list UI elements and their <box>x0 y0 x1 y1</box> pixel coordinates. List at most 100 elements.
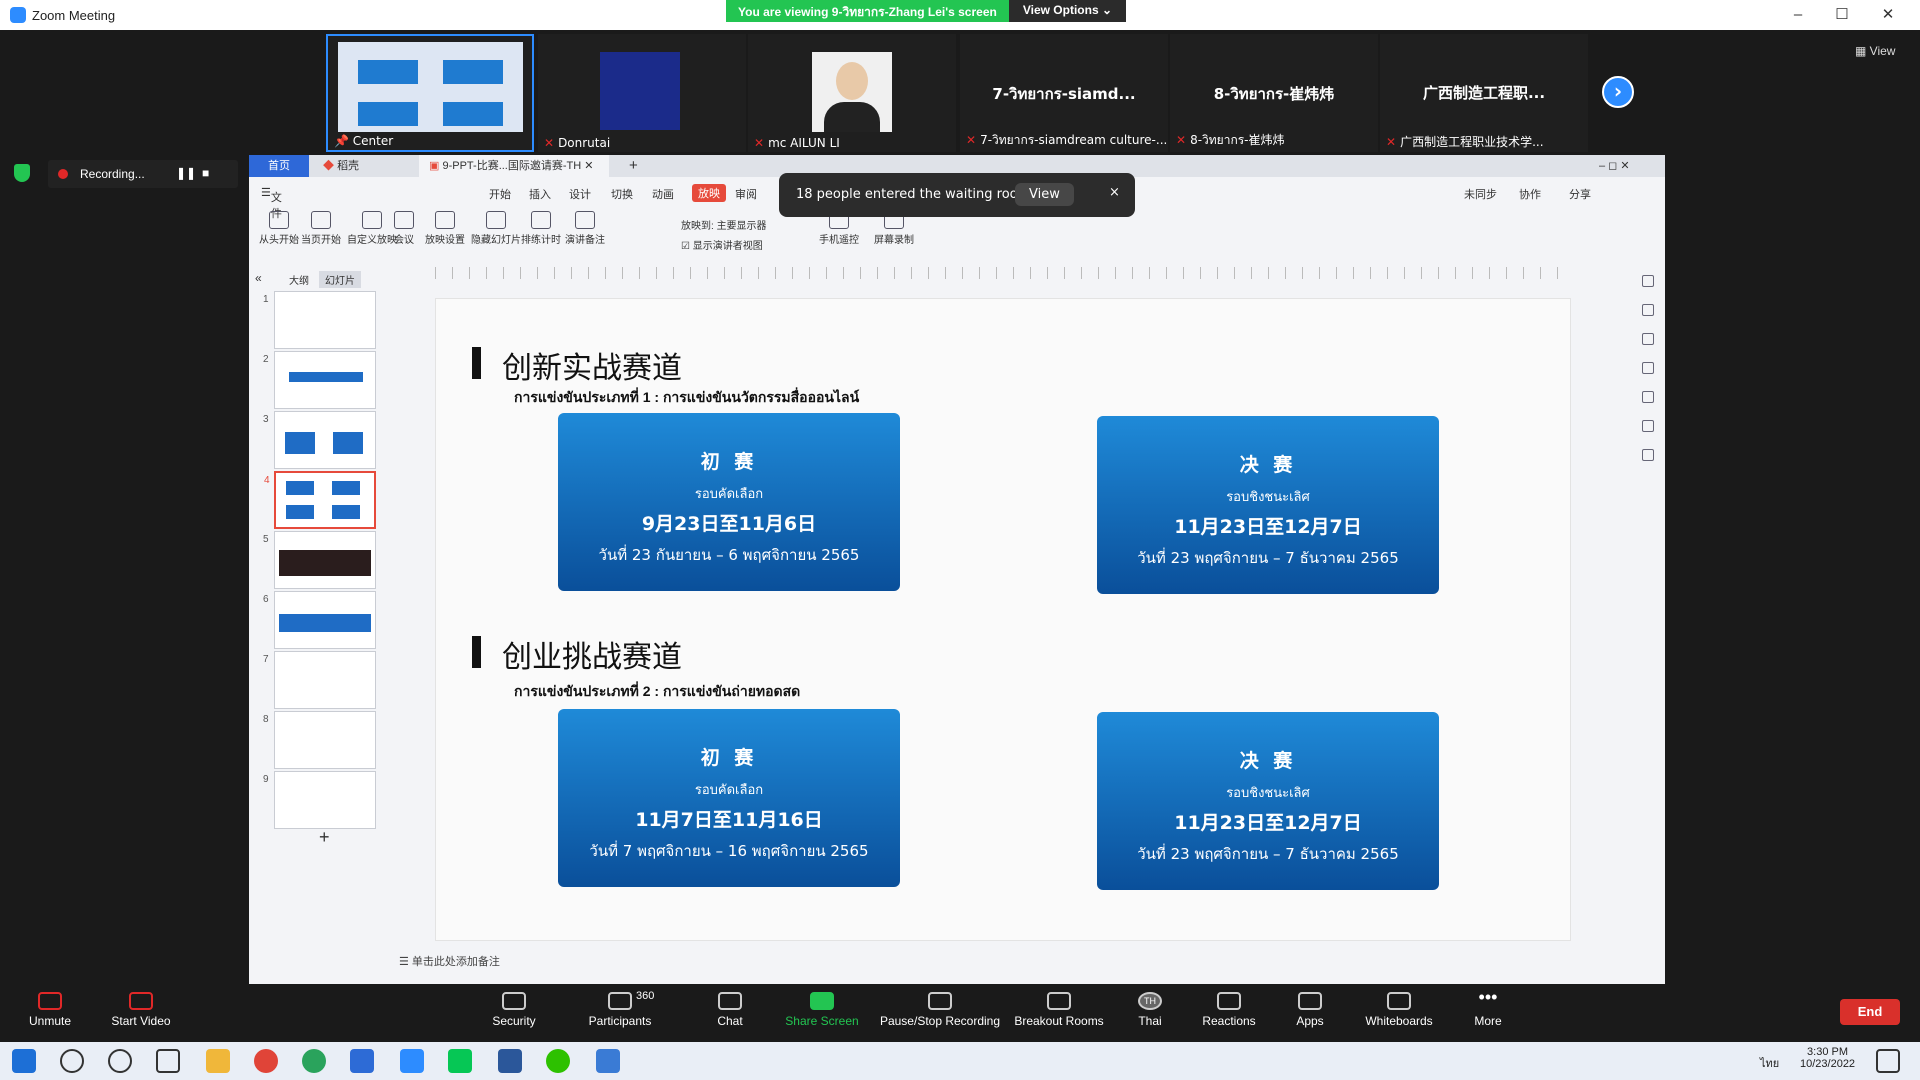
stop-icon[interactable]: ■ <box>202 166 209 180</box>
menu-insert[interactable]: 插入 <box>529 186 551 202</box>
app-icon[interactable] <box>350 1049 374 1073</box>
system-clock[interactable]: 3:30 PM 10/23/2022 <box>1800 1046 1855 1070</box>
whiteboards-button[interactable]: Whiteboards <box>1364 984 1434 1042</box>
menu-show[interactable]: 放映 <box>692 184 726 202</box>
participant-tile[interactable]: ✕ mc AILUN LI <box>748 34 956 152</box>
pause-recording-button[interactable]: Pause/Stop Recording <box>878 984 1002 1042</box>
tab-home[interactable]: 首页 <box>249 155 309 177</box>
add-slide-button[interactable]: + <box>319 827 330 848</box>
task-view-icon[interactable] <box>156 1049 180 1073</box>
hide-slide-button[interactable]: 隐藏幻灯片 <box>471 211 521 246</box>
start-video-button[interactable]: Start Video <box>104 984 178 1042</box>
notice-view-button[interactable]: View <box>1015 183 1074 206</box>
card-stage: 决 赛 <box>1239 750 1297 772</box>
menu-switch[interactable]: 切换 <box>611 186 633 202</box>
meeting-button[interactable]: 会议 <box>394 211 414 246</box>
menu-coop[interactable]: 协作 <box>1519 186 1541 202</box>
notifications-icon[interactable] <box>1876 1049 1900 1073</box>
file-explorer-icon[interactable] <box>206 1049 230 1073</box>
sync-status[interactable]: 未同步 <box>1464 186 1497 202</box>
participants-button[interactable]: Participants 360 <box>584 984 656 1042</box>
minimize-icon[interactable]: – <box>1778 4 1818 26</box>
participant-tile[interactable]: 8-วิทยากร-崔炜炜 ✕ 8-วิทยากร-崔炜炜 <box>1170 34 1378 152</box>
pause-icon[interactable]: ❚❚ <box>176 166 196 180</box>
reactions-icon <box>1217 992 1241 1010</box>
more-button[interactable]: ••• More <box>1472 984 1504 1042</box>
close-icon[interactable]: ✕ <box>1868 4 1908 26</box>
menu-file[interactable]: ☰ 文件 <box>261 186 282 220</box>
chat-button[interactable]: Chat <box>712 984 748 1042</box>
slide-thumbnail[interactable]: 6 <box>263 591 376 649</box>
show-to-dropdown[interactable]: 放映到: 主要显示器 <box>681 217 767 232</box>
participant-tile[interactable]: 广西制造工程职... ✕ 广西制造工程职业技术学... <box>1380 34 1588 152</box>
timing-button[interactable]: 排练计时 <box>521 211 561 246</box>
input-language[interactable]: ไทย <box>1760 1054 1779 1072</box>
slide-thumbnail[interactable]: 2 <box>263 351 376 409</box>
language-button[interactable]: TH Thai <box>1132 984 1168 1042</box>
slide-thumbnail[interactable]: 8 <box>263 711 376 769</box>
tool-icon[interactable] <box>1642 449 1654 461</box>
menu-share[interactable]: 分享 <box>1569 186 1591 202</box>
participant-name: ✕ 8-วิทยากร-崔炜炜 <box>1176 133 1285 147</box>
breakout-rooms-button[interactable]: Breakout Rooms <box>1014 984 1104 1042</box>
apps-button[interactable]: Apps <box>1294 984 1326 1042</box>
reactions-button[interactable]: Reactions <box>1202 984 1256 1042</box>
tab-shell[interactable]: ◆ 稻壳 <box>313 155 369 177</box>
show-settings-button[interactable]: 放映设置 <box>425 211 465 246</box>
notes-button[interactable]: 演讲备注 <box>565 211 605 246</box>
slide-thumbnail[interactable]: 5 <box>263 531 376 589</box>
menu-review[interactable]: 审阅 <box>735 186 757 202</box>
line-icon[interactable] <box>448 1049 472 1073</box>
tool-icon[interactable] <box>1642 275 1654 287</box>
slide-canvas[interactable]: 创新实战赛道 การแข่งขันประเภทที่ 1 : การแข่งขั… <box>435 298 1571 941</box>
collapse-panel-icon[interactable]: « <box>255 271 262 285</box>
notes-placeholder[interactable]: ☰ 单击此处添加备注 <box>399 953 500 969</box>
tool-icon[interactable] <box>1642 333 1654 345</box>
participant-name: ✕ Donrutai <box>544 136 611 150</box>
tool-icon[interactable] <box>1642 391 1654 403</box>
browser-icon[interactable] <box>302 1049 326 1073</box>
next-page-icon[interactable]: › <box>1602 76 1634 108</box>
tool-icon[interactable] <box>1642 420 1654 432</box>
notice-close-icon[interactable]: × <box>1109 185 1120 200</box>
zoom-taskbar-icon[interactable] <box>400 1049 424 1073</box>
tab-slides[interactable]: 幻灯片 <box>319 271 361 288</box>
slide-thumbnail[interactable]: 3 <box>263 411 376 469</box>
slide-thumbnail[interactable]: 1 <box>263 291 376 349</box>
menu-design[interactable]: 设计 <box>569 186 591 202</box>
unmute-button[interactable]: Unmute <box>22 984 78 1042</box>
share-screen-button[interactable]: Share Screen <box>784 984 860 1042</box>
chrome-icon[interactable] <box>254 1049 278 1073</box>
share-screen-icon <box>810 992 834 1010</box>
help-icon[interactable] <box>1642 362 1654 374</box>
slide-thumbnail[interactable]: 7 <box>263 651 376 709</box>
from-current-button[interactable]: 当页开始 <box>301 211 341 246</box>
word-icon[interactable] <box>498 1049 522 1073</box>
new-tab-button[interactable]: + <box>619 155 648 177</box>
view-options-button[interactable]: View Options ⌄ <box>1008 0 1127 22</box>
menu-anim[interactable]: 动画 <box>652 186 674 202</box>
slide-thumbnail[interactable]: 9 <box>263 771 376 829</box>
tab-outline[interactable]: 大纲 <box>289 272 309 287</box>
cortana-icon[interactable] <box>108 1049 132 1073</box>
window-controls-icon[interactable]: – ◻ ✕ <box>1589 155 1640 177</box>
from-start-button[interactable]: 从头开始 <box>259 211 299 246</box>
participant-tile[interactable]: 7-วิทยากร-siamd... ✕ 7-วิทยากร-siamdream … <box>960 34 1168 152</box>
view-button[interactable]: ▦ View <box>1855 44 1895 58</box>
tab-document[interactable]: ▣ 9-PPT-比赛...国际邀请赛-TH ✕ <box>419 155 609 177</box>
menu-start[interactable]: 开始 <box>489 186 511 202</box>
participant-tile[interactable]: 📌 Center <box>326 34 534 152</box>
windows-start-icon[interactable] <box>12 1049 36 1073</box>
photos-icon[interactable] <box>596 1049 620 1073</box>
maximize-icon[interactable]: ☐ <box>1822 4 1862 26</box>
security-button[interactable]: Security <box>486 984 542 1042</box>
card-dates: 11月7日至11月16日 <box>635 809 823 831</box>
wechat-icon[interactable] <box>546 1049 570 1073</box>
slide-thumbnail-selected[interactable]: 4 <box>264 471 376 529</box>
presenter-view-checkbox[interactable]: ☑ 显示演讲者视图 <box>681 237 763 252</box>
tool-icon[interactable] <box>1642 304 1654 316</box>
participant-tile[interactable]: ✕ Donrutai <box>538 34 746 152</box>
search-icon[interactable] <box>60 1049 84 1073</box>
custom-show-button[interactable]: 自定义放映 <box>347 211 397 246</box>
end-meeting-button[interactable]: End <box>1840 999 1900 1025</box>
